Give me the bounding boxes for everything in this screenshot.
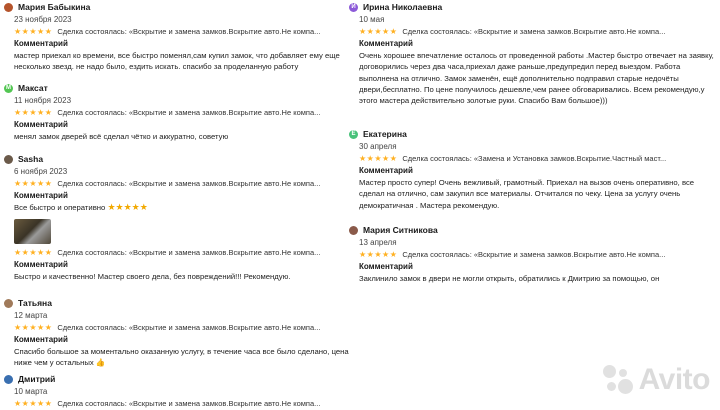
- avito-watermark: Avito: [601, 363, 711, 397]
- reviewer-name[interactable]: Ирина Николаевна: [363, 2, 442, 12]
- review-card: Е Екатерина 30 апреля ★★★★★ Сделка состо…: [345, 127, 720, 211]
- deal-text[interactable]: Сделка состоялась: «Вскрытие и замена за…: [57, 248, 320, 257]
- comment-text: Спасибо большое за моментально оказанную…: [14, 347, 349, 368]
- rating-stars: ★★★★★: [359, 27, 398, 36]
- review-date: 23 ноября 2023: [14, 15, 72, 24]
- review-card: ★★★★★ Сделка состоялась: «Вскрытие и зам…: [0, 217, 350, 282]
- deal-text[interactable]: Сделка состоялась: «Замена и Установка з…: [402, 154, 666, 163]
- rating-stars: ★★★★★: [359, 154, 398, 163]
- avatar[interactable]: Е: [349, 129, 358, 139]
- review-date: 13 апреля: [359, 238, 397, 247]
- reviewer-name[interactable]: Дмитрий: [18, 374, 55, 384]
- deal-text[interactable]: Сделка состоялась: «Вскрытие и замена за…: [402, 250, 665, 259]
- comment-label: Комментарий: [14, 191, 68, 200]
- review-card: Дмитрий 10 марта ★★★★★ Сделка состоялась…: [0, 372, 350, 410]
- avito-logo-icon: [601, 363, 635, 397]
- rating-stars: ★★★★★: [14, 27, 53, 36]
- rating-stars: ★★★★★: [14, 108, 53, 117]
- deal-line: ★★★★★ Сделка состоялась: «Вскрытие и зам…: [14, 177, 350, 190]
- comment-text: менял замок дверей всё сделал чётко и ак…: [14, 132, 229, 141]
- comment-text: Мастер просто супер! Очень вежливый, гра…: [359, 178, 695, 210]
- deal-text[interactable]: Сделка состоялась: «Вскрытие и замена за…: [57, 399, 320, 408]
- avito-logo-text: Avito: [638, 363, 711, 396]
- review-date: 30 апреля: [359, 142, 397, 151]
- comment-label: Комментарий: [359, 39, 413, 48]
- comment-text-body: Все быстро и оперативно: [14, 203, 106, 212]
- review-date: 10 марта: [14, 387, 48, 396]
- rating-stars: ★★★★★: [14, 179, 53, 188]
- star-emoji-icon: ★★★★★: [107, 202, 148, 212]
- review-date: 12 марта: [14, 311, 48, 320]
- deal-line: ★★★★★ Сделка состоялась: «Вскрытие и зам…: [14, 106, 350, 119]
- deal-line: ★★★★★ Сделка состоялась: «Вскрытие и зам…: [14, 397, 350, 410]
- avatar[interactable]: [4, 298, 13, 308]
- deal-text[interactable]: Сделка состоялась: «Вскрытие и замена за…: [57, 27, 320, 36]
- comment-label: Комментарий: [14, 260, 68, 269]
- review-card: М Максат 11 ноября 2023 ★★★★★ Сделка сос…: [0, 81, 350, 142]
- review-date: 6 ноября 2023: [14, 167, 68, 176]
- rating-stars: ★★★★★: [14, 323, 53, 332]
- review-card: И Ирина Николаевна 10 мая ★★★★★ Сделка с…: [345, 0, 720, 106]
- review-card: Татьяна 12 марта ★★★★★ Сделка состоялась…: [0, 296, 350, 369]
- avatar[interactable]: [4, 154, 13, 164]
- avatar[interactable]: И: [349, 2, 358, 12]
- review-card: Мария Ситникова 13 апреля ★★★★★ Сделка с…: [345, 223, 720, 284]
- deal-line: ★★★★★ Сделка состоялась: «Вскрытие и зам…: [14, 321, 350, 334]
- comment-text: мастер приехал ко времени, все быстро по…: [14, 51, 340, 72]
- deal-line: ★★★★★ Сделка состоялась: «Вскрытие и зам…: [14, 246, 350, 259]
- review-date: 11 ноября 2023: [14, 96, 72, 105]
- reviewer-name[interactable]: Татьяна: [18, 298, 52, 308]
- deal-text[interactable]: Сделка состоялась: «Вскрытие и замена за…: [57, 323, 320, 332]
- comment-label: Комментарий: [359, 166, 413, 175]
- review-card: Sasha 6 ноября 2023 ★★★★★ Сделка состоял…: [0, 152, 350, 213]
- rating-stars: ★★★★★: [14, 248, 53, 257]
- comment-label: Комментарий: [359, 262, 413, 271]
- review-photo-thumbnail[interactable]: [14, 219, 51, 244]
- review-card: Мария Бабыкина 23 ноября 2023 ★★★★★ Сдел…: [0, 0, 350, 73]
- comment-text: Все быстро и оперативно ★★★★★: [14, 202, 350, 213]
- reviewer-name[interactable]: Максат: [18, 83, 48, 93]
- reviewer-name[interactable]: Мария Бабыкина: [18, 2, 90, 12]
- avatar[interactable]: М: [4, 83, 13, 93]
- reviewer-name[interactable]: Екатерина: [363, 129, 407, 139]
- comment-text: Заклинило замок в двери не могли открыть…: [359, 274, 660, 283]
- comment-text: Быстро и качественно! Мастер своего дела…: [14, 272, 291, 281]
- comment-text: Очень хорошее впечатление осталось от пр…: [359, 51, 714, 106]
- comment-label: Комментарий: [14, 39, 68, 48]
- comment-label: Комментарий: [14, 120, 68, 129]
- deal-line: ★★★★★ Сделка состоялась: «Вскрытие и зам…: [14, 25, 350, 38]
- rating-stars: ★★★★★: [14, 399, 53, 408]
- comment-label: Комментарий: [14, 335, 68, 344]
- deal-line: ★★★★★ Сделка состоялась: «Замена и Устан…: [359, 152, 720, 165]
- review-date: 10 мая: [359, 15, 385, 24]
- avatar[interactable]: [4, 2, 13, 12]
- deal-line: ★★★★★ Сделка состоялась: «Вскрытие и зам…: [359, 248, 720, 261]
- reviewer-name[interactable]: Sasha: [18, 154, 43, 164]
- rating-stars: ★★★★★: [359, 250, 398, 259]
- avatar[interactable]: [349, 225, 358, 235]
- reviewer-name[interactable]: Мария Ситникова: [363, 225, 438, 235]
- deal-text[interactable]: Сделка состоялась: «Вскрытие и замена за…: [57, 108, 320, 117]
- deal-text[interactable]: Сделка состоялась: «Вскрытие и замена за…: [57, 179, 320, 188]
- avatar[interactable]: [4, 374, 13, 384]
- deal-text[interactable]: Сделка состоялась: «Вскрытие и замена за…: [402, 27, 665, 36]
- deal-line: ★★★★★ Сделка состоялась: «Вскрытие и зам…: [359, 25, 720, 38]
